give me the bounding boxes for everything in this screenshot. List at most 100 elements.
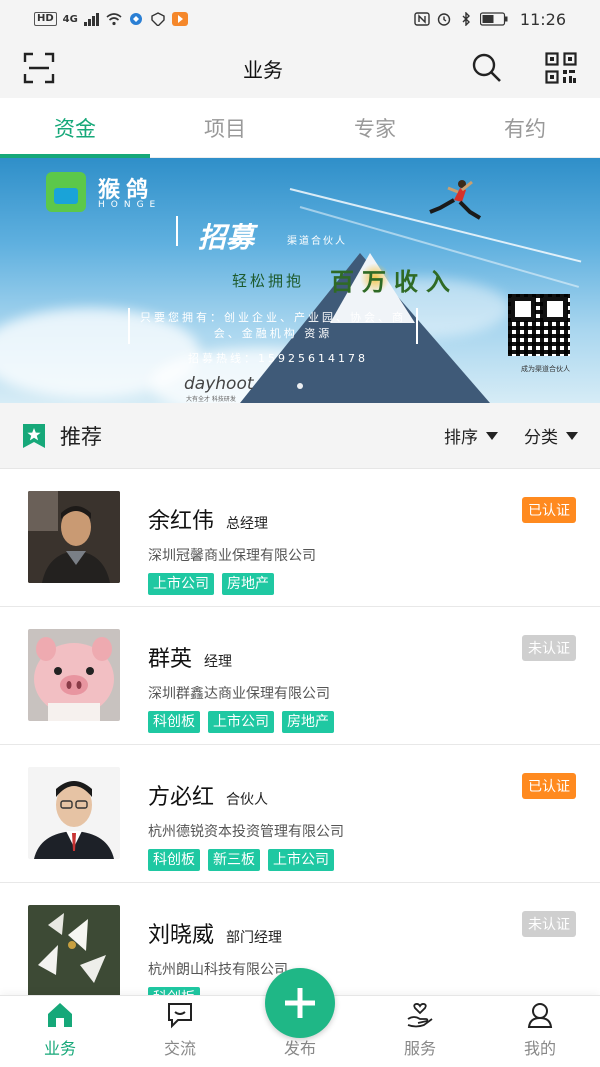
person-info: 群英 经理 深圳群鑫达商业保理有限公司 科创板 上市公司 房地产: [148, 629, 578, 744]
nav-service[interactable]: 服务: [360, 996, 480, 1067]
carousel-indicator: [0, 383, 600, 389]
nav-label: 交流: [163, 1039, 196, 1058]
person-company: 杭州德锐资本投资管理有限公司: [148, 824, 344, 840]
bookmark-star-icon: [23, 423, 45, 448]
signal-icon: [83, 13, 99, 26]
app-page: HD 4G 11:26 业务 资金 项目 专家 有约 猴鸽 HONGE 招募 渠…: [0, 0, 600, 1067]
brand-name-en: HONGE: [98, 200, 162, 210]
clock: 11:26: [519, 9, 566, 29]
verified-badge: 已认证: [522, 773, 576, 799]
flower-photo-icon: [28, 905, 120, 997]
tab-experts[interactable]: 专家: [300, 98, 450, 157]
name-line: 余红伟 总经理: [148, 503, 578, 535]
nav-profile[interactable]: 我的: [480, 996, 600, 1067]
user-icon: [527, 1003, 553, 1028]
nav-label: 我的: [523, 1039, 556, 1058]
list-item[interactable]: 群英 经理 深圳群鑫达商业保理有限公司 科创板 上市公司 房地产 未认证: [0, 607, 600, 745]
tab-funds[interactable]: 资金: [0, 98, 150, 158]
banner-hotline: 招募热线：15925614178: [188, 352, 368, 365]
person-name: 刘晓威: [148, 923, 215, 948]
qrcode-caption: 成为渠道合伙人: [521, 365, 570, 373]
person-name: 余红伟: [148, 509, 215, 534]
publish-button[interactable]: [265, 968, 335, 1038]
bluetooth-icon: [462, 12, 470, 26]
banner-tagline-emphasis: 百万收入: [330, 268, 458, 296]
plus-icon: [285, 988, 315, 1018]
tag-list: 科创板 上市公司 房地产: [148, 711, 578, 733]
caret-down-icon: [486, 431, 498, 440]
tag: 上市公司: [148, 573, 214, 595]
banner-qrcode-icon: [508, 294, 570, 356]
sort-label: 排序: [444, 428, 478, 448]
scan-button[interactable]: [22, 51, 56, 85]
status-bar: HD 4G 11:26: [0, 0, 600, 38]
section-title: 推荐: [60, 424, 102, 449]
tag: 上市公司: [208, 711, 274, 733]
qrcode-button[interactable]: [544, 51, 578, 85]
sort-dropdown[interactable]: 排序: [444, 423, 498, 448]
recommend-title-group: 推荐: [22, 421, 102, 451]
avatar: [28, 491, 120, 583]
list-item[interactable]: 方必红 合伙人 杭州德锐资本投资管理有限公司 科创板 新三板 上市公司 已认证: [0, 745, 600, 883]
verified-badge: 已认证: [522, 497, 576, 523]
wifi-icon: [106, 13, 122, 26]
tag: 科创板: [148, 849, 200, 871]
tag: 上市公司: [268, 849, 334, 871]
recommend-header: 推荐 排序 分类: [0, 403, 600, 469]
promo-banner[interactable]: 猴鸽 HONGE 招募 渠道合伙人 轻松拥抱 百万收入 只要您拥有：创业企业、产…: [0, 158, 600, 403]
header-actions: [470, 51, 578, 85]
bottom-navigation: 业务 交流 发布 服务 我的: [0, 968, 600, 1067]
scan-icon: [23, 52, 55, 84]
tag: 房地产: [222, 573, 274, 595]
nav-business[interactable]: 业务: [0, 996, 120, 1067]
battery-icon: [479, 12, 508, 26]
search-button[interactable]: [470, 51, 504, 85]
pig-avatar-icon: [28, 629, 120, 721]
category-dropdown[interactable]: 分类: [524, 423, 578, 448]
nav-chat[interactable]: 交流: [120, 996, 240, 1067]
category-tabs: 资金 项目 专家 有约: [0, 98, 600, 158]
service-icon: [407, 1003, 433, 1028]
tag-list: 上市公司 房地产: [148, 573, 578, 595]
name-line: 刘晓威 部门经理: [148, 917, 578, 949]
person-info: 余红伟 总经理 深圳冠馨商业保理有限公司 上市公司 房地产: [148, 491, 578, 606]
alarm-icon: [437, 13, 451, 26]
person-company: 深圳群鑫达商业保理有限公司: [148, 686, 330, 702]
avatar: [28, 905, 120, 997]
brand-logo-icon: [46, 172, 86, 212]
tab-appointments[interactable]: 有约: [450, 98, 600, 157]
network-type: 4G: [62, 13, 78, 25]
unverified-badge: 未认证: [522, 635, 576, 661]
status-left: HD 4G: [34, 12, 188, 26]
status-right: 11:26: [414, 10, 566, 29]
sponsor-brand-sub: 大有全才 科技研发: [186, 396, 236, 403]
person-role: 部门经理: [226, 930, 283, 946]
tag: 新三板: [208, 849, 260, 871]
tab-projects[interactable]: 项目: [150, 98, 300, 157]
person-company: 杭州朗山科技有限公司: [148, 962, 288, 978]
page-title: 业务: [243, 57, 283, 82]
people-list: 余红伟 总经理 深圳冠馨商业保理有限公司 上市公司 房地产 已认证 群英 经理 …: [0, 469, 600, 1021]
banner-headline: 招募: [198, 221, 255, 254]
tag-list: 科创板 新三板 上市公司: [148, 849, 578, 871]
nfc-icon: [414, 12, 430, 26]
top-bar: 业务: [0, 38, 600, 98]
person-role: 总经理: [226, 516, 269, 532]
tag: 科创板: [148, 711, 200, 733]
list-item[interactable]: 余红伟 总经理 深圳冠馨商业保理有限公司 上市公司 房地产 已认证: [0, 469, 600, 607]
person-company: 深圳冠馨商业保理有限公司: [148, 548, 316, 564]
category-label: 分类: [524, 428, 558, 448]
person-role: 合伙人: [226, 792, 269, 808]
person-name: 群英: [148, 647, 193, 672]
nav-label: 业务: [43, 1039, 76, 1058]
person-info: 方必红 合伙人 杭州德锐资本投资管理有限公司 科创板 新三板 上市公司: [148, 767, 578, 882]
banner-tagline: 轻松拥抱: [232, 272, 305, 290]
person-photo-icon: [28, 491, 120, 583]
banner-divider: [176, 216, 178, 246]
nav-label: 发布: [283, 1039, 316, 1058]
app-notification-icon: [129, 13, 142, 25]
name-line: 方必红 合伙人: [148, 779, 578, 811]
avatar: [28, 629, 120, 721]
search-icon: [472, 53, 501, 82]
filter-controls: 排序 分类: [444, 423, 578, 448]
